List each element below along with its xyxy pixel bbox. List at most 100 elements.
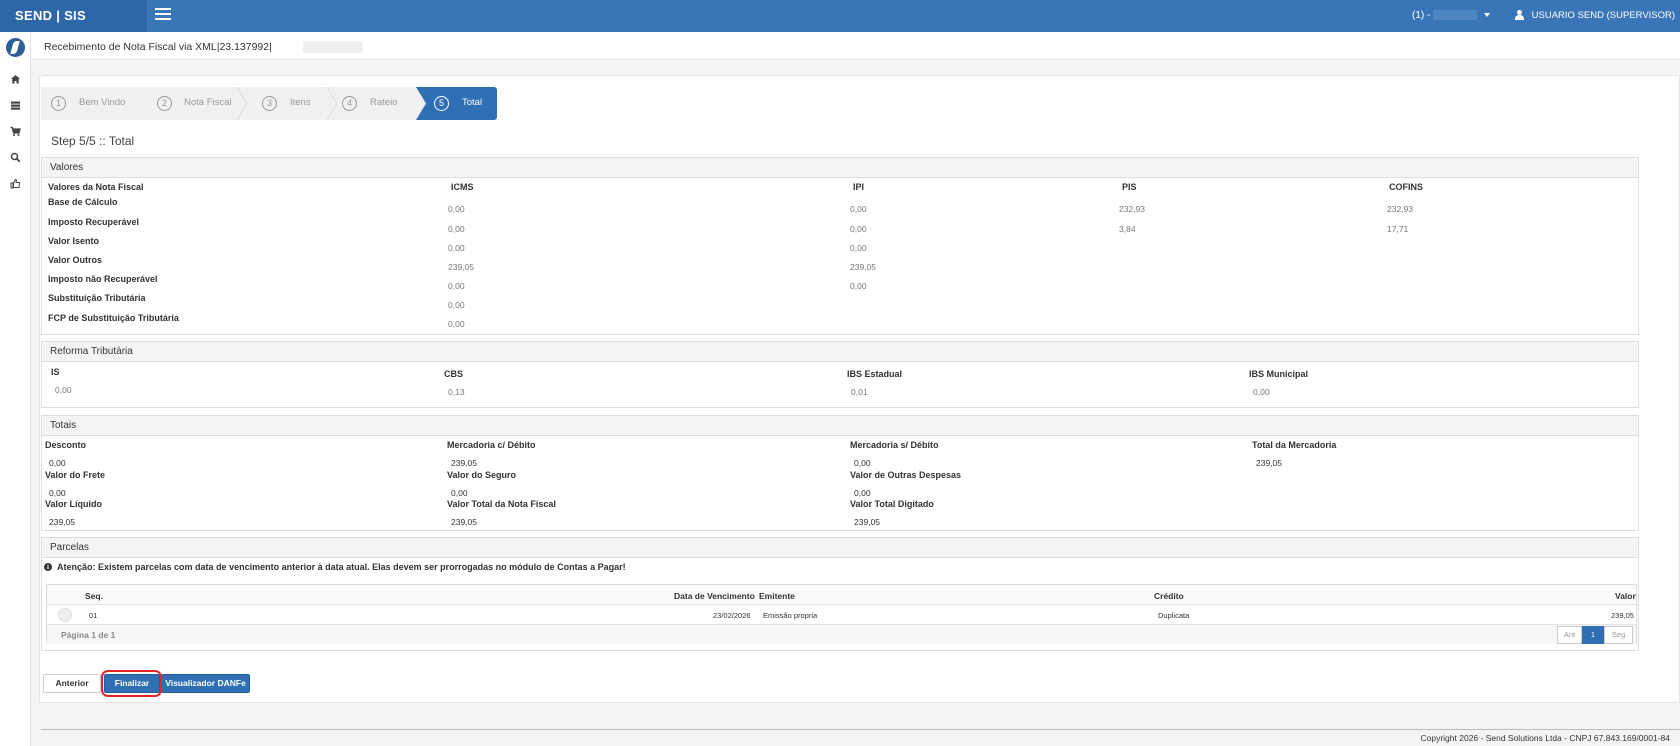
pager-page-1-button[interactable]: 1 xyxy=(1582,626,1604,644)
icms-value: 0,00 xyxy=(448,243,465,253)
section-title: Parcelas xyxy=(42,538,1638,558)
totais-label: Mercadoria s/ Débito xyxy=(850,440,939,450)
reforma-label-is: IS xyxy=(51,367,60,377)
info-icon xyxy=(44,563,52,571)
totais-label: Valor Líquido xyxy=(45,499,103,509)
search-icon[interactable] xyxy=(9,152,22,165)
icms-value: 0,00 xyxy=(448,281,465,291)
totais-label: Total da Mercadoria xyxy=(1252,440,1337,450)
warning-text: Atenção: Existem parcelas com data de ve… xyxy=(57,562,626,572)
row-label: Valor Outros xyxy=(48,255,103,265)
wizard-separator xyxy=(416,87,426,120)
step-label: Itens xyxy=(290,97,311,108)
wizard-separator xyxy=(327,87,338,120)
section-title: Valores xyxy=(42,158,1638,178)
company-selector[interactable]: (1) - xyxy=(1412,0,1490,32)
totais-value: 0,00 xyxy=(854,458,871,468)
thumbs-up-icon[interactable] xyxy=(9,178,22,191)
ipi-value: 0,00 xyxy=(850,224,867,234)
header-emitente[interactable]: Emitente xyxy=(759,591,795,601)
totais-value: 0,00 xyxy=(49,488,66,498)
chevron-down-icon xyxy=(1483,13,1490,18)
header-credito[interactable]: Crédito xyxy=(1154,591,1184,601)
totais-label: Valor de Outras Despesas xyxy=(850,470,962,480)
step-number: 1 xyxy=(51,96,66,111)
totais-label: Valor Total da Nota Fiscal xyxy=(447,499,556,509)
wizard-separator xyxy=(237,87,248,120)
icms-value: 0,00 xyxy=(448,204,465,214)
brand-logo[interactable]: SEND | SIS xyxy=(0,0,147,32)
totais-label: Valor do Frete xyxy=(45,470,106,480)
wizard-step-bem-vindo[interactable]: 1 Bem Vindo xyxy=(41,87,141,120)
totais-value: 0,00 xyxy=(854,488,871,498)
logo-icon[interactable] xyxy=(6,38,25,57)
ipi-value: 0,00 xyxy=(850,243,867,253)
parcelas-table: Seq. Data de Vencimento Emitente Crédito… xyxy=(46,584,1637,644)
page-header: Recebimento de Nota Fiscal via XML|23.13… xyxy=(31,32,1680,60)
cart-icon[interactable] xyxy=(9,126,22,139)
icms-value: 0,00 xyxy=(448,300,465,310)
pager-prev-button[interactable]: Ant xyxy=(1557,626,1582,644)
row-label: Base de Cálculo xyxy=(48,197,118,207)
totais-value: 0,00 xyxy=(451,488,468,498)
wizard-step-itens[interactable]: 3 Itens xyxy=(247,87,337,120)
danfe-viewer-button[interactable]: Visualizador DANFe xyxy=(161,674,250,693)
reforma-label-cbs: CBS xyxy=(444,369,464,379)
cell-emitente: Emissão propria xyxy=(763,611,818,620)
page-info: Página 1 de 1 xyxy=(61,630,116,640)
home-icon[interactable] xyxy=(9,74,22,87)
reforma-value-is: 0,00 xyxy=(55,385,72,395)
user-icon xyxy=(1515,10,1524,21)
company-name-redacted xyxy=(1433,10,1478,21)
ipi-value: 0,00 xyxy=(850,281,867,291)
menu-toggle-icon[interactable] xyxy=(155,8,171,22)
reforma-section: Reforma Tributária xyxy=(41,341,1639,408)
server-icon[interactable] xyxy=(9,100,22,113)
totais-value: 0,00 xyxy=(49,458,66,468)
totais-label: Desconto xyxy=(45,440,87,450)
cofins-value: 232,93 xyxy=(1387,204,1413,214)
cell-valor: 239,05 xyxy=(1611,611,1634,620)
header-valor[interactable]: Valor xyxy=(1615,591,1636,601)
top-bar: SEND | SIS (1) - USUARIO SEND (SUPERVISO… xyxy=(0,0,1680,50)
col-header-icms: ICMS xyxy=(451,182,474,192)
step-number: 2 xyxy=(157,96,172,111)
title-redacted xyxy=(303,41,363,53)
totais-label: Valor Total Digitado xyxy=(850,499,934,509)
company-label: (1) - xyxy=(1412,10,1431,21)
reforma-value-ibs-estadual: 0,01 xyxy=(851,387,868,397)
row-label: FCP de Substituição Tributária xyxy=(48,313,179,323)
col-header-valores: Valores da Nota Fiscal xyxy=(48,182,144,192)
footer-divider xyxy=(41,729,1680,730)
user-name: USUARIO SEND (SUPERVISOR) xyxy=(1531,10,1676,21)
step-label: Total xyxy=(462,97,483,108)
pager-next-button[interactable]: Seg xyxy=(1604,626,1633,644)
anterior-button[interactable]: Anterior xyxy=(43,674,101,693)
section-title: Totais xyxy=(42,416,1638,436)
step-number: 4 xyxy=(342,96,357,111)
step-number: 3 xyxy=(262,96,277,111)
cell-seq: 01 xyxy=(89,611,98,620)
icms-value: 0,00 xyxy=(448,224,465,234)
col-header-ipi: IPI xyxy=(853,182,865,192)
wizard-step-nota-fiscal[interactable]: 2 Nota Fiscal xyxy=(141,87,247,120)
step-label: Nota Fiscal xyxy=(184,97,232,108)
ipi-value: 0,00 xyxy=(850,204,867,214)
totais-value: 239,05 xyxy=(1256,458,1282,468)
header-vencimento[interactable]: Data de Vencimento xyxy=(674,591,755,601)
step-label: Bem Vindo xyxy=(79,97,126,108)
totais-label: Valor do Seguro xyxy=(447,470,517,480)
table-footer: Página 1 de 1 xyxy=(47,625,1636,644)
wizard-step-rateio[interactable]: 4 Rateio xyxy=(337,87,427,120)
step-number: 5 xyxy=(434,96,449,111)
table-row[interactable]: 01 23/02/2026 Emissão propria Duplicata … xyxy=(47,605,1636,625)
wizard-step-total[interactable]: 5 Total xyxy=(416,87,497,120)
reforma-value-ibs-municipal: 0,00 xyxy=(1253,387,1270,397)
step-label: Rateio xyxy=(370,97,398,108)
totais-label: Mercadoria c/ Débito xyxy=(447,440,536,450)
pis-value: 3,84 xyxy=(1119,224,1136,234)
header-seq[interactable]: Seq. xyxy=(85,591,103,601)
col-header-pis: PIS xyxy=(1122,182,1137,192)
row-select-icon[interactable] xyxy=(58,608,72,622)
reforma-value-cbs: 0,13 xyxy=(448,387,465,397)
